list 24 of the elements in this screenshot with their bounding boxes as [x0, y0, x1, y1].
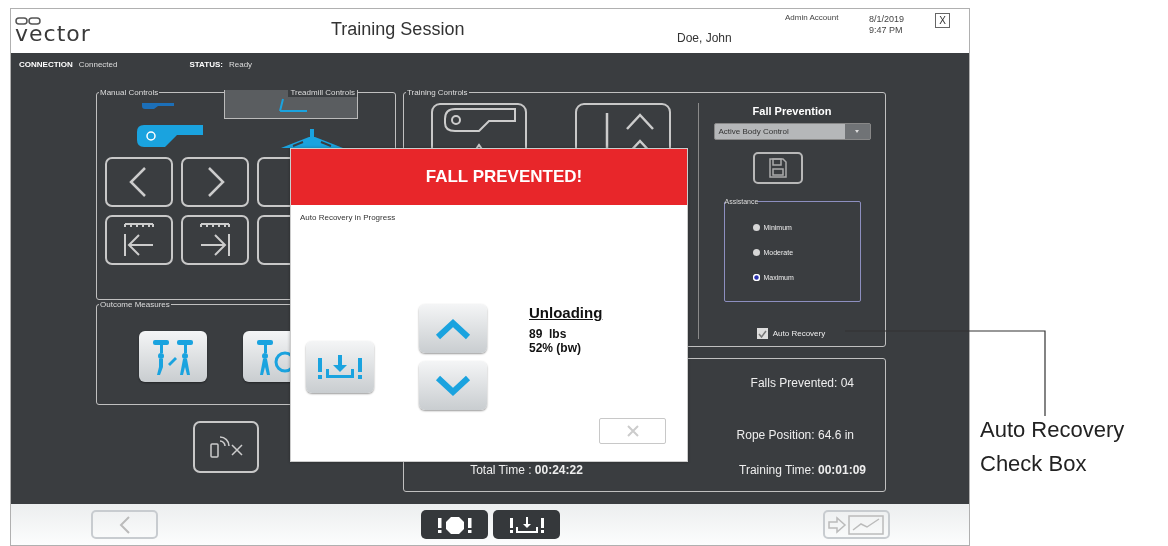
unloading-title: Unloading [529, 304, 603, 321]
date-text: 8/1/2019 [869, 14, 906, 25]
dialog-title: FALL PREVENTED! [291, 149, 687, 205]
section-title: Fall Prevention [752, 105, 832, 117]
window-title: Training Session [330, 18, 466, 40]
patient-name: Doe, John [677, 30, 733, 45]
account-label: Admin Account [785, 12, 840, 22]
unloading-percent: 52% (bw) [529, 341, 582, 355]
status-value: Connected [78, 60, 118, 71]
training-time-text: Training Time: 00:01:09 [738, 463, 867, 477]
panel-title: Outcome Measures [99, 300, 171, 309]
status-value: Ready [228, 60, 253, 71]
panel-title: Manual Controls [99, 88, 160, 97]
time-text: 9:47 PM [869, 25, 904, 36]
rope-position-text: Rope Position: 64.6 in [735, 428, 855, 442]
panel-title: Training Controls [406, 88, 469, 97]
callout-text: Auto Recovery Check Box [980, 416, 1126, 478]
total-time-text: Total Time : 00:24:22 [469, 463, 584, 477]
status-label: CONNECTION [19, 60, 73, 71]
falls-prevented-text: Falls Prevented: 04 [749, 376, 855, 390]
logo-text: vector [15, 25, 91, 43]
dialog-message: Auto Recovery in Progress [300, 213, 397, 222]
status-label: STATUS: [189, 60, 223, 71]
unloading-weight: 89 lbs [529, 327, 568, 341]
